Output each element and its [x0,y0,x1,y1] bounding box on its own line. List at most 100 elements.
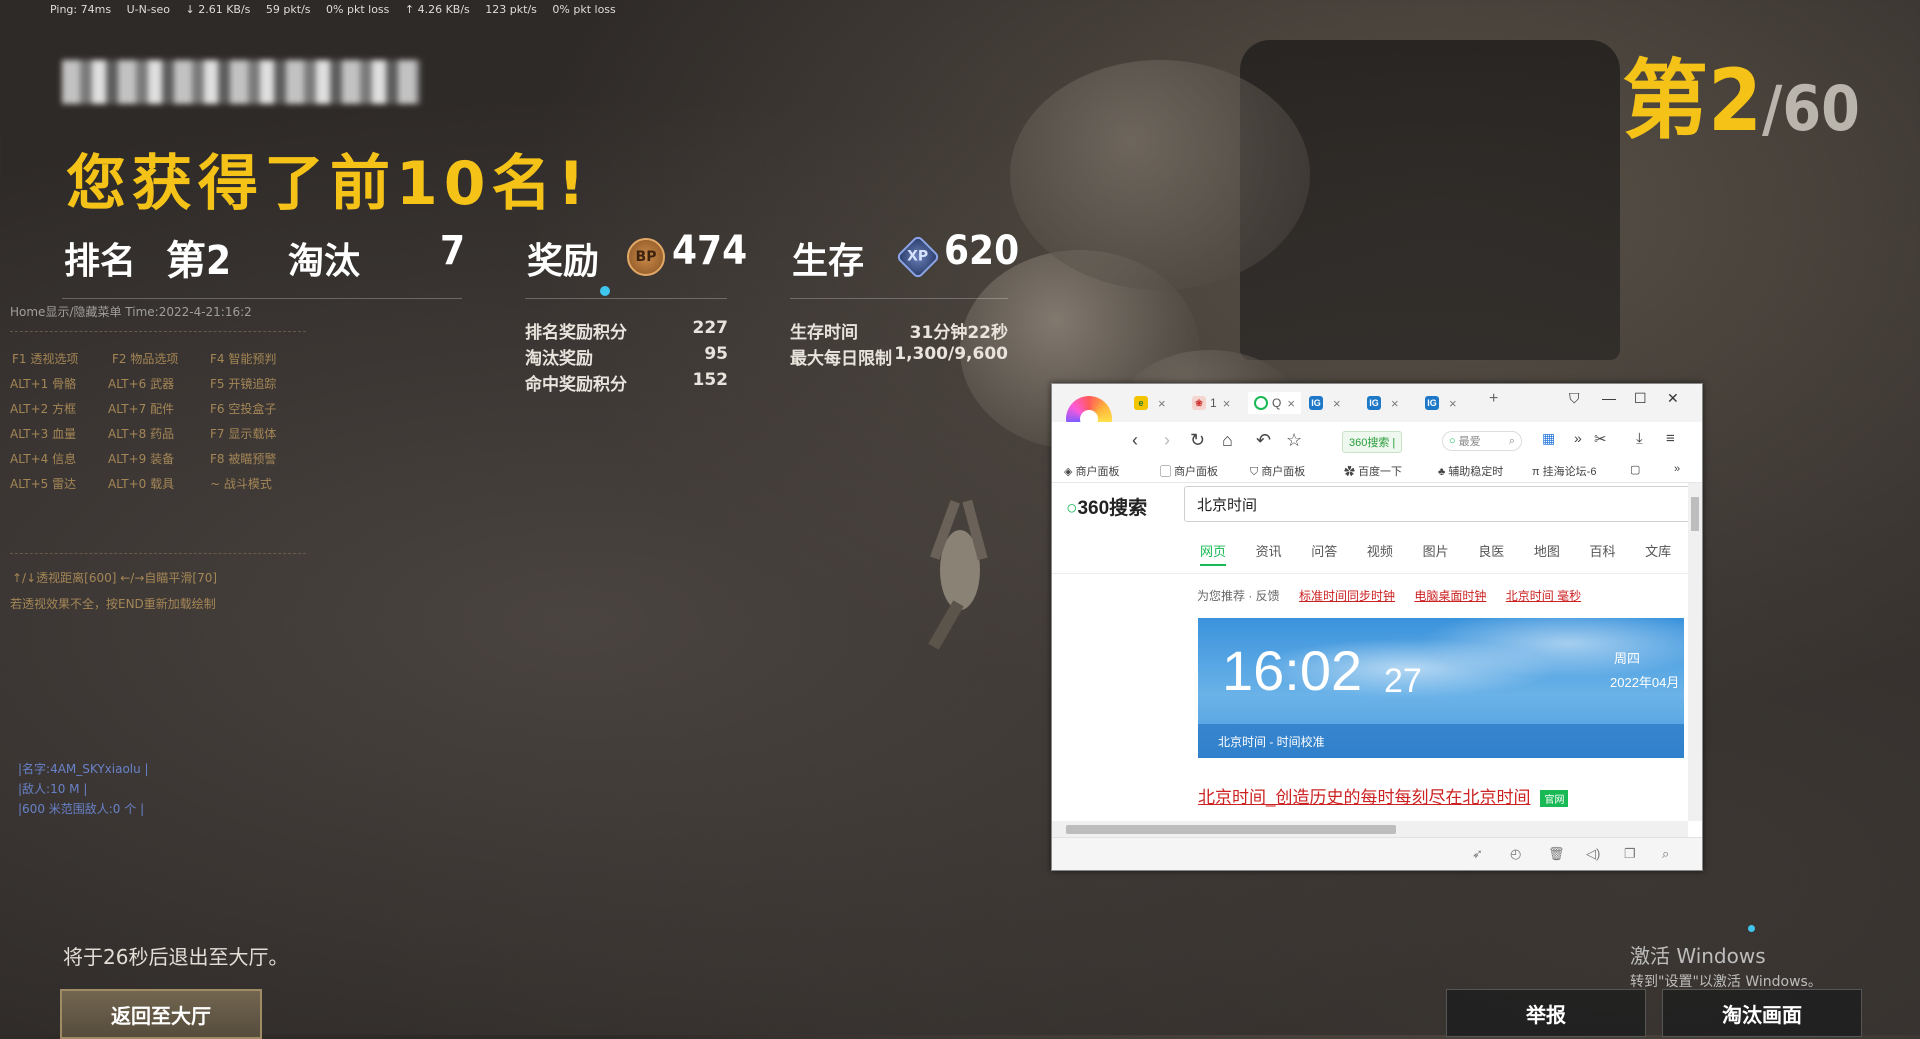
recommend-row: 为您推荐 · 反馈 标准时间同步时钟 电脑桌面时钟 北京时间 毫秒 [1197,587,1581,604]
close-icon[interactable]: × [1391,396,1399,411]
window-icon[interactable]: ❐ [1624,846,1636,862]
menu-item: ALT+6 武器 [108,377,175,391]
scroll-thumb[interactable] [1691,497,1699,531]
speed-icon[interactable]: ◴ [1510,846,1521,862]
tab-images[interactable]: 图片 [1423,544,1449,559]
download-icon[interactable]: ⤓ [1636,430,1643,447]
menu-item: ALT+1 骨骼 [10,377,77,391]
bookmark-item[interactable]: ◈ 商户面板 [1064,463,1120,479]
bp-value: 474 [672,228,748,274]
close-icon[interactable]: × [1333,396,1341,411]
rank-label: 排名 [64,241,137,282]
close-icon[interactable]: × [1158,396,1166,411]
reward-detail-value: 95 [704,344,728,364]
survive-detail-label: 生存时间 [790,323,858,343]
recommend-link[interactable]: 北京时间 毫秒 [1506,589,1581,603]
tab-favicon-icon: ❀ [1192,396,1206,410]
scroll-thumb[interactable] [1066,825,1396,834]
browser-tab[interactable]: IG × [1309,392,1341,414]
star-icon[interactable]: ☆ [1286,430,1302,451]
tab-wenku[interactable]: 文库 [1645,544,1671,559]
upload-rate: ↑ 4.26 KB/s [404,3,470,16]
close-window-icon[interactable]: ✕ [1667,390,1679,407]
clock-footer[interactable]: 北京时间 - 时间校准 [1198,724,1684,758]
bookmarks-bar: ◈ 商户面板 ▢ 商户面板 ⛉ 商户面板 ✿ 百度一下 ♣ 辅助稳定时 π 挂海… [1052,458,1702,483]
rocket-icon[interactable]: ➶ [1472,846,1483,862]
clock-time: 16:02 [1222,639,1363,702]
beijing-time-card[interactable]: 16:02 27 周四 2022年04月 北京时间 - 时间校准 [1198,618,1684,758]
windows-activation: 激活 Windows 转到"设置"以激活 Windows。 [1630,940,1822,991]
document-icon[interactable]: ▢ [1630,463,1640,476]
bookmark-item[interactable]: π 挂海论坛-6 [1532,463,1596,479]
tab-web[interactable]: 网页 [1200,544,1227,566]
home-icon[interactable]: ⌂ [1222,430,1233,451]
kill-value: 7 [440,228,466,274]
menu-item: ALT+3 血量 [10,427,77,441]
tab-favicon-icon [1254,396,1268,410]
result-title[interactable]: 北京时间_创造历史的每时每刻尽在北京时间 [1198,788,1530,807]
more-arrows-icon[interactable]: » [1574,430,1582,446]
close-icon[interactable]: × [1223,396,1231,411]
recommend-link[interactable]: 电脑桌面时钟 [1414,589,1486,603]
menu-header: Home显示/隐藏菜单 Time:2022-4-21:16:2 [10,305,252,319]
new-tab-icon[interactable]: + [1489,390,1498,408]
bookmark-item[interactable]: ⛉ 商户面板 [1250,463,1305,479]
browser-tab[interactable]: IG × [1367,392,1399,414]
close-icon[interactable]: × [1449,396,1457,411]
report-button[interactable]: 举报 [1446,989,1646,1037]
skin-icon[interactable]: ⛉ [1569,390,1580,407]
kill-label: 淘汰 [288,241,361,282]
bookmark-item[interactable]: ▢ 商户面板 [1160,463,1218,479]
search-engine-icon: ○ [1449,435,1456,447]
browser-tab-active[interactable]: Q × [1248,392,1301,414]
search-tabs: 网页 资讯 问答 视频 图片 良医 地图 百科 文库 [1200,541,1688,566]
tab-video[interactable]: 视频 [1367,544,1393,559]
menu-icon[interactable]: ≡ [1666,430,1675,447]
upload-pkts: 123 pkt/s [485,3,537,16]
volume-icon[interactable]: ◁) [1586,846,1600,862]
reload-note: 若透视效果不全，按END重新加载绘制 [10,597,216,611]
minimize-icon[interactable]: — [1602,390,1616,406]
menu-item: F5 开镜追踪 [210,377,277,391]
forward-icon[interactable]: › [1164,430,1170,451]
return-lobby-button[interactable]: 返回至大厅 [60,989,262,1039]
ig-favicon-icon: IG [1309,396,1323,410]
elimination-screen-button[interactable]: 淘汰画面 [1662,989,1862,1037]
cut-icon[interactable]: ✂ [1594,430,1607,448]
bookmark-item[interactable]: ♣ 辅助稳定时 [1438,463,1503,479]
bookmark-item[interactable]: ✿ 百度一下 [1344,463,1402,479]
browser-tab[interactable]: IG × [1425,392,1457,414]
undo-icon[interactable]: ↶ [1256,430,1271,451]
official-badge: 官网 [1540,790,1569,808]
browser-window[interactable]: e × ❀ 1 × Q × IG × IG × IG × + ⛉ — ☐ ✕ ‹… [1051,383,1703,871]
tab-baike[interactable]: 百科 [1589,544,1615,559]
tab-qa[interactable]: 问答 [1311,544,1337,559]
apps-grid-icon[interactable]: ▦ [1542,430,1555,447]
tab-map[interactable]: 地图 [1534,544,1560,559]
maximize-icon[interactable]: ☐ [1634,390,1647,407]
refresh-icon[interactable]: ↻ [1190,430,1205,451]
network-stats: Ping: 74ms U-N-seo ↓ 2.61 KB/s 59 pkt/s … [50,3,628,16]
recommend-link[interactable]: 标准时间同步时钟 [1299,589,1395,603]
menu-separator [10,331,306,332]
horizontal-scrollbar[interactable] [1052,821,1688,837]
vertical-scrollbar[interactable] [1688,483,1702,821]
search-pill[interactable]: ○ 最爱 ⌕ [1442,431,1522,451]
more-bookmarks-icon[interactable]: » [1674,463,1680,475]
tab-favicon-icon: e [1134,396,1148,410]
survive-detail-value: 31分钟22秒 [909,323,1008,343]
browser-tab[interactable]: e × [1134,392,1166,414]
activation-subtitle: 转到"设置"以激活 Windows。 [1630,974,1822,990]
browser-tab[interactable]: ❀ 1 × [1192,392,1230,414]
blurred-player-name [62,60,420,104]
close-icon[interactable]: × [1287,396,1295,411]
back-icon[interactable]: ‹ [1132,430,1138,451]
search-result-link[interactable]: 北京时间_创造历史的每时每刻尽在北京时间 官网 [1198,783,1569,808]
menu-item: ALT+9 装备 [108,452,175,466]
address-chip[interactable]: 360搜索 | [1342,431,1403,453]
search-input[interactable]: 北京时间 [1184,486,1688,522]
tab-news[interactable]: 资讯 [1256,544,1282,559]
zoom-icon[interactable]: ⌕ [1662,846,1669,862]
tab-doctor[interactable]: 良医 [1478,544,1504,559]
trash-icon[interactable]: 🗑 [1548,846,1565,862]
